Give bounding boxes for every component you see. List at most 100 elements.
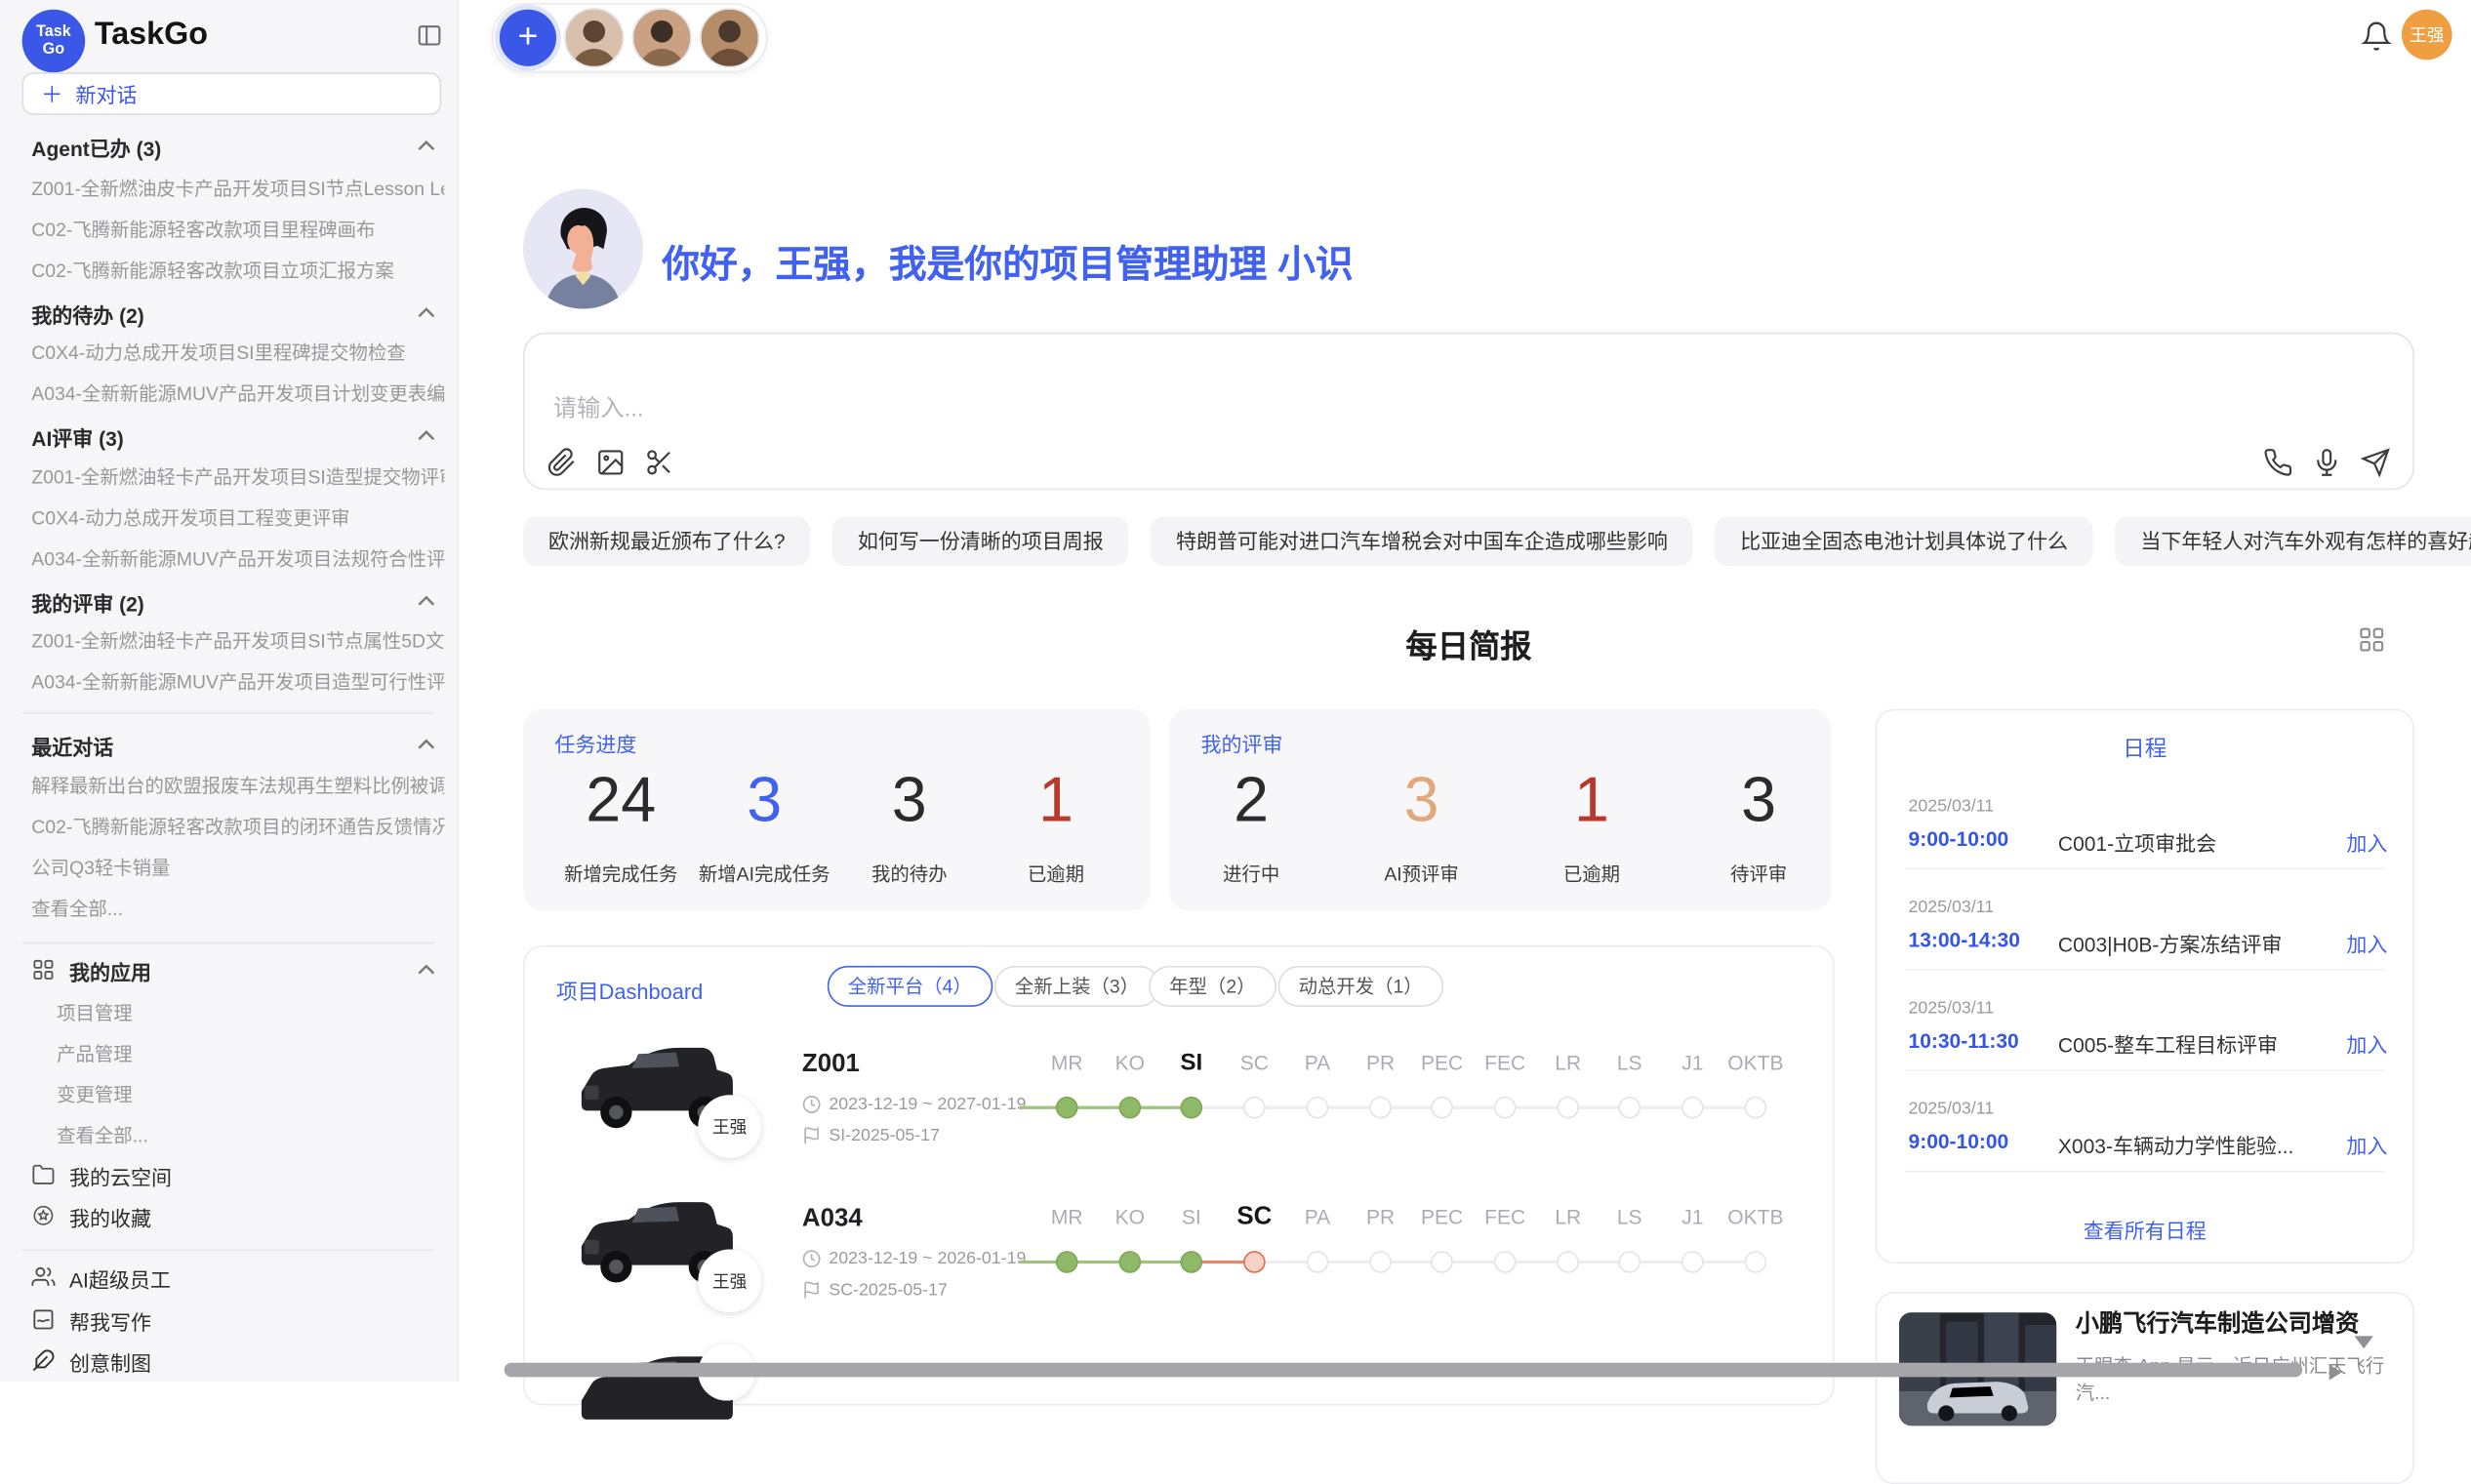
notification-bell-icon[interactable] — [2361, 20, 2392, 52]
join-link[interactable]: 加入 — [2346, 1028, 2387, 1059]
image-icon[interactable] — [595, 448, 626, 478]
sidebar-item[interactable]: Z001-全新燃油轻卡产品开发项目SI造型提交物评审 — [31, 463, 444, 490]
milestone-dot — [1681, 1251, 1704, 1273]
sidebar-section-ai-review[interactable]: AI评审 (3) — [31, 422, 410, 453]
sidebar-item[interactable]: C02-飞腾新能源轻客改款项目立项汇报方案 — [31, 257, 444, 283]
milestone-dot — [1307, 1251, 1329, 1273]
schedule-time: 9:00-10:00 — [1909, 1130, 2009, 1153]
chevron-up-icon[interactable] — [416, 963, 436, 978]
sidebar-item[interactable]: Z001-全新燃油轻卡产品开发项目SI节点属性5D文件评审 — [31, 627, 444, 654]
recent-chat-item[interactable]: 解释最新出台的欧盟报废车法规再生塑料比例被调至15%... — [31, 772, 444, 798]
milestone-label: PEC — [1410, 1202, 1474, 1233]
scroll-down-arrow[interactable] — [2355, 1336, 2373, 1348]
sidebar-section-recent-chats[interactable]: 最近对话 — [31, 731, 410, 761]
suggestion-chip[interactable]: 欧洲新规最近颁布了什么? — [523, 517, 810, 566]
sidebar-section-my-apps[interactable]: 我的应用 — [69, 956, 151, 986]
chevron-up-icon[interactable] — [416, 594, 436, 609]
sidebar-item-ai-employee[interactable]: AI超级员工 — [69, 1263, 171, 1294]
app-link-project-mgmt[interactable]: 项目管理 — [57, 999, 444, 1025]
send-icon[interactable] — [2361, 448, 2391, 478]
milestone-dot — [1431, 1251, 1453, 1273]
divider — [1905, 868, 2384, 870]
stat-label: 待评审 — [1683, 861, 1835, 887]
milestone-track: MR KO SI SC PA PR PEC FEC LR LS J1 OKTB — [1035, 1202, 1763, 1290]
apps-view-all[interactable]: 查看全部... — [57, 1122, 444, 1148]
plus-icon: ＋ — [41, 82, 63, 107]
add-button[interactable]: + — [500, 10, 556, 66]
flag-icon — [802, 1127, 821, 1145]
user-avatar[interactable]: 王强 — [2402, 10, 2452, 60]
milestone-label: J1 — [1661, 1048, 1724, 1079]
briefing-title: 每日简报 — [523, 621, 2414, 666]
sidebar-item-help-writing[interactable]: 帮我写作 — [69, 1306, 151, 1337]
suggestion-chip[interactable]: 当下年轻人对汽车外观有怎样的喜好趋势 — [2116, 517, 2471, 566]
sidebar-item[interactable]: C02-飞腾新能源轻客改款项目里程碑画布 — [31, 216, 444, 242]
sidebar-item[interactable]: C0X4-动力总成开发项目SI里程碑提交物检查 — [31, 339, 444, 365]
sidebar-item-cloud-space[interactable]: 我的云空间 — [69, 1161, 172, 1191]
avatar[interactable] — [632, 8, 692, 67]
join-link[interactable]: 加入 — [2346, 827, 2387, 858]
clock-icon — [802, 1095, 821, 1113]
filter-tab-body[interactable]: 全新上装（3） — [994, 966, 1159, 1007]
suggestion-chip[interactable]: 比亚迪全固态电池计划具体说了什么 — [1715, 517, 2093, 566]
milestone-dot — [1369, 1097, 1392, 1119]
milestone-label: MR — [1035, 1048, 1099, 1079]
suggestion-chips: 欧洲新规最近颁布了什么? 如何写一份清晰的项目周报 特朗普可能对进口汽车增税会对… — [523, 517, 2471, 566]
milestone-label: J1 — [1661, 1202, 1724, 1233]
recent-view-all[interactable]: 查看全部... — [31, 895, 444, 921]
filter-tab-year[interactable]: 年型（2） — [1149, 966, 1276, 1007]
folder-icon — [31, 1163, 55, 1186]
attachment-icon[interactable] — [547, 448, 577, 478]
layout-grid-icon[interactable] — [2358, 625, 2386, 654]
schedule-item-title: C001-立项审批会 — [2058, 827, 2327, 858]
view-all-schedule-link[interactable]: 查看所有日程 — [1877, 1215, 2412, 1245]
schedule-item-title: C005-整车工程目标评审 — [2058, 1028, 2327, 1059]
join-link[interactable]: 加入 — [2346, 928, 2387, 958]
sidebar-item[interactable]: A034-全新新能源MUV产品开发项目法规符合性评审 — [31, 545, 444, 572]
sidebar-section-agent-done[interactable]: Agent已办 (3) — [31, 133, 410, 163]
app-logo: Task Go — [22, 10, 86, 73]
avatar[interactable] — [700, 8, 759, 67]
scissors-icon[interactable] — [644, 448, 674, 478]
filter-tab-powertrain[interactable]: 动总开发（1） — [1278, 966, 1443, 1007]
sidebar-item[interactable]: Z001-全新燃油皮卡产品开发项目SI节点Lesson Learn报告 — [31, 175, 444, 201]
sidebar-item-creative-drawing[interactable]: 创意制图 — [69, 1347, 151, 1378]
sidebar-item-favorites[interactable]: 我的收藏 — [69, 1202, 151, 1232]
app-link-product-mgmt[interactable]: 产品管理 — [57, 1040, 444, 1066]
chevron-up-icon[interactable] — [416, 428, 436, 443]
chat-input[interactable] — [550, 394, 1975, 424]
microphone-icon[interactable] — [2312, 448, 2342, 478]
chevron-up-icon[interactable] — [416, 738, 436, 752]
users-icon — [31, 1265, 55, 1289]
filter-tab-platform[interactable]: 全新平台（4） — [828, 966, 992, 1007]
sidebar-item[interactable]: C0X4-动力总成开发项目工程变更评审 — [31, 504, 444, 531]
sidebar-item[interactable]: A034-全新新能源MUV产品开发项目造型可行性评审 — [31, 668, 444, 695]
milestone-dot — [1056, 1097, 1078, 1119]
phone-icon[interactable] — [2263, 448, 2293, 478]
schedule-date: 2025/03/11 — [1909, 1100, 1995, 1118]
app-link-change-mgmt[interactable]: 变更管理 — [57, 1081, 444, 1107]
join-link[interactable]: 加入 — [2346, 1130, 2387, 1160]
milestone-dot — [1745, 1097, 1767, 1119]
chevron-up-icon[interactable] — [416, 305, 436, 320]
news-card[interactable]: 小鹏飞行汽车制造公司增资 天眼查 App 显示，近日广州汇天飞行汽... — [1876, 1292, 2414, 1484]
schedule-date: 2025/03/11 — [1909, 898, 1995, 916]
new-chat-button[interactable]: ＋新对话 — [22, 72, 442, 115]
horizontal-scrollbar-thumb[interactable] — [505, 1363, 2302, 1378]
sidebar-collapse-icon[interactable] — [416, 22, 442, 49]
scroll-right-arrow[interactable] — [2329, 1364, 2342, 1380]
sidebar-section-my-review[interactable]: 我的评审 (2) — [31, 587, 410, 618]
suggestion-chip[interactable]: 如何写一份清晰的项目周报 — [832, 517, 1129, 566]
chevron-up-icon[interactable] — [416, 139, 436, 153]
recent-chat-item[interactable]: 公司Q3轻卡销量 — [31, 854, 444, 880]
schedule-time: 13:00-14:30 — [1909, 928, 2020, 951]
sidebar-item[interactable]: A034-全新新能源MUV产品开发项目计划变更表编写 — [31, 380, 444, 406]
writing-icon — [31, 1307, 55, 1331]
milestone-label: PEC — [1410, 1048, 1474, 1079]
suggestion-chip[interactable]: 特朗普可能对进口汽车增税会对中国车企造成哪些影响 — [1151, 517, 1693, 566]
divider — [1905, 969, 2384, 971]
avatar[interactable] — [564, 8, 624, 67]
recent-chat-item[interactable]: C02-飞腾新能源轻客改款项目的闭环通告反馈情况 — [31, 813, 444, 839]
sidebar-section-my-todo[interactable]: 我的待办 (2) — [31, 300, 410, 330]
milestone-dot — [1369, 1251, 1392, 1273]
